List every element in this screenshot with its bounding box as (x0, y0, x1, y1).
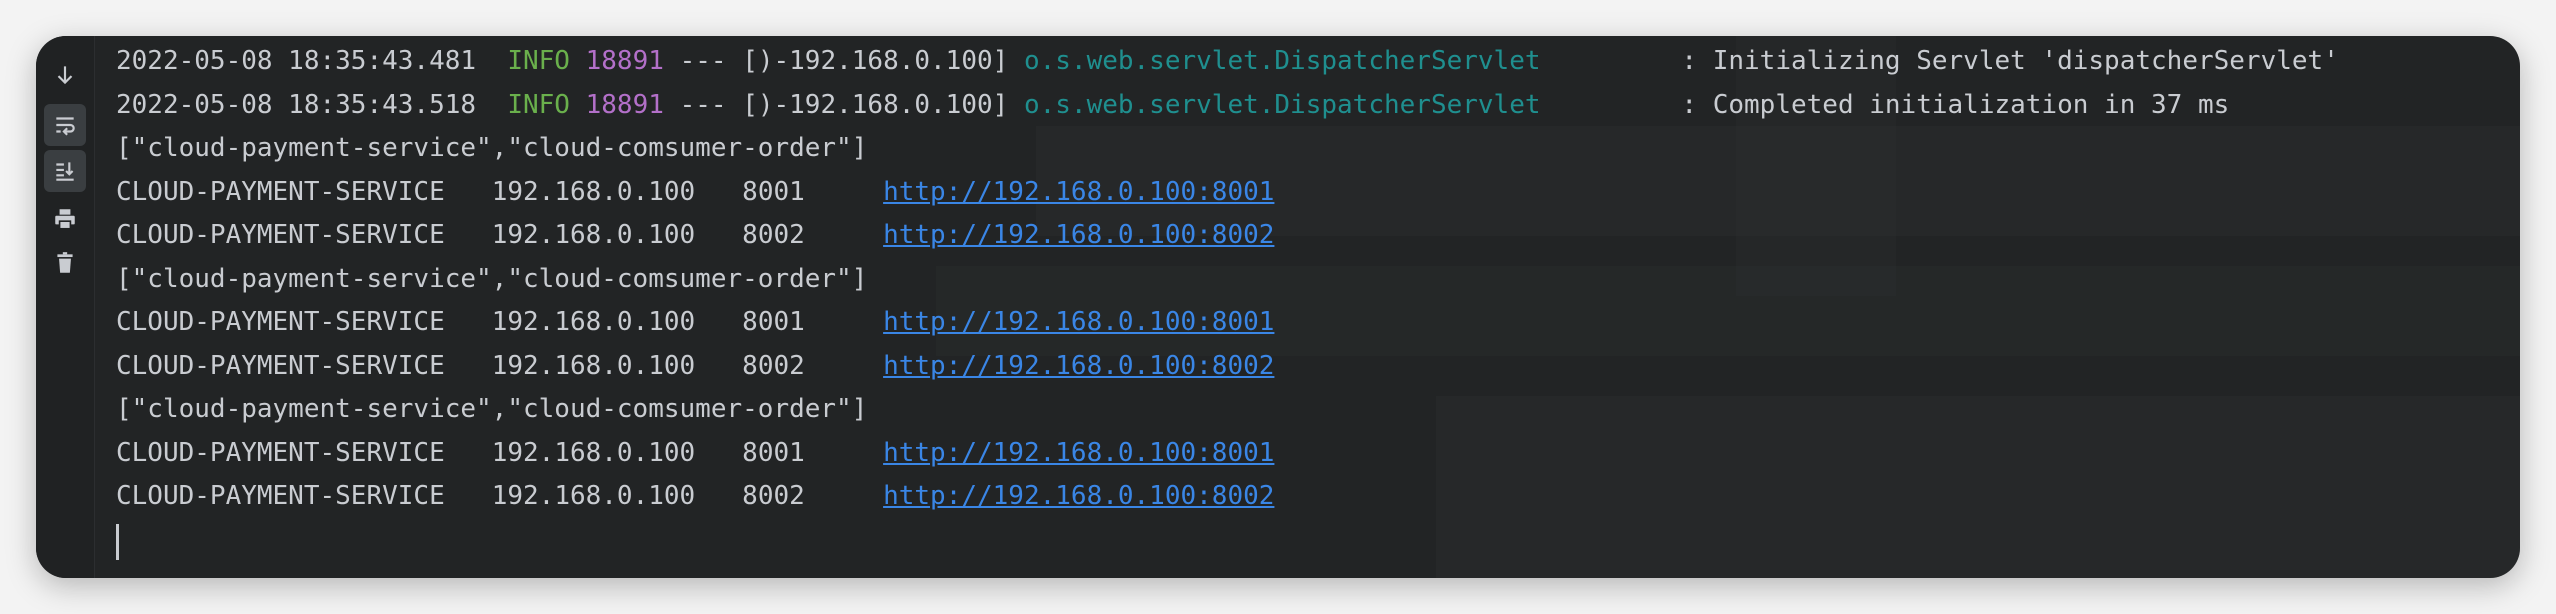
instance-service-id: CLOUD-PAYMENT-SERVICE (116, 220, 445, 250)
instance-port: 8001 (742, 437, 805, 468)
instance-host: 192.168.0.100 (491, 481, 696, 511)
service-list-line: ["cloud-payment-service","cloud-comsumer… (116, 133, 868, 163)
instance-line: CLOUD-PAYMENT-SERVICE 192.168.0.100 8002… (116, 214, 2500, 258)
instance-service-id: CLOUD-PAYMENT-SERVICE (116, 350, 445, 381)
run-console-window: 2022-05-08 18:35:43.481 INFO 18891 --- [… (36, 36, 2520, 578)
text-cursor (116, 524, 119, 560)
log-separator: --- (679, 46, 727, 76)
scroll-down-button[interactable] (44, 54, 86, 96)
instance-url-link[interactable]: http://192.168.0.100:8001 (883, 438, 1274, 468)
instance-service-id: CLOUD-PAYMENT-SERVICE (116, 176, 445, 207)
soft-wrap-icon (56, 117, 75, 136)
service-list-line: ["cloud-payment-service","cloud-comsumer… (116, 394, 868, 424)
log-pid: 18891 (585, 89, 664, 120)
print-button[interactable] (44, 198, 86, 240)
log-message: : Initializing Servlet 'dispatcherServle… (1681, 46, 2339, 76)
scroll-down-icon (57, 66, 73, 85)
instance-line: CLOUD-PAYMENT-SERVICE 192.168.0.100 8001… (116, 301, 2500, 345)
log-timestamp: 2022-05-08 18:35:43.481 (116, 46, 477, 76)
instance-line: CLOUD-PAYMENT-SERVICE 192.168.0.100 8002… (116, 345, 2500, 389)
log-separator: --- (679, 89, 727, 120)
scroll-to-end-icon (56, 162, 74, 181)
instance-service-id: CLOUD-PAYMENT-SERVICE (116, 437, 445, 468)
instance-url-link[interactable]: http://192.168.0.100:8002 (883, 351, 1274, 381)
instance-line: CLOUD-PAYMENT-SERVICE 192.168.0.100 8001… (116, 171, 2500, 215)
scroll-to-end-button[interactable] (44, 150, 86, 192)
service-list-line: ["cloud-payment-service","cloud-comsumer… (116, 263, 868, 294)
log-line: 2022-05-08 18:35:43.518 INFO 18891 --- [… (116, 84, 2500, 128)
instance-port: 8001 (742, 307, 805, 337)
print-icon (55, 209, 75, 230)
clear-all-button[interactable] (44, 242, 86, 284)
instance-host: 192.168.0.100 (491, 176, 696, 207)
soft-wrap-button[interactable] (44, 104, 86, 146)
instance-port: 8002 (742, 220, 805, 250)
log-logger: o.s.web.servlet.DispatcherServlet (1023, 46, 1541, 76)
instance-url-link[interactable]: http://192.168.0.100:8001 (883, 177, 1274, 207)
instance-host: 192.168.0.100 (491, 220, 696, 250)
log-thread: [)-192.168.0.100] (742, 89, 1009, 120)
console-toolbar (36, 36, 95, 578)
instance-port: 8001 (742, 176, 805, 207)
instance-url-link[interactable]: http://192.168.0.100:8002 (883, 220, 1274, 250)
console-output[interactable]: 2022-05-08 18:35:43.481 INFO 18891 --- [… (116, 40, 2500, 562)
instance-host: 192.168.0.100 (491, 307, 696, 337)
instance-url-link[interactable]: http://192.168.0.100:8001 (883, 307, 1274, 337)
log-level: INFO (507, 89, 570, 120)
log-pid: 18891 (585, 46, 664, 76)
input-line[interactable] (116, 519, 2500, 563)
instance-service-id: CLOUD-PAYMENT-SERVICE (116, 481, 445, 511)
instance-line: CLOUD-PAYMENT-SERVICE 192.168.0.100 8002… (116, 475, 2500, 519)
instance-host: 192.168.0.100 (491, 437, 696, 468)
instance-url-link[interactable]: http://192.168.0.100:8002 (883, 481, 1274, 511)
log-line: 2022-05-08 18:35:43.481 INFO 18891 --- [… (116, 40, 2500, 84)
log-timestamp: 2022-05-08 18:35:43.518 (116, 89, 477, 120)
instance-host: 192.168.0.100 (491, 350, 696, 381)
log-level: INFO (507, 46, 570, 76)
instance-port: 8002 (742, 481, 805, 511)
instance-line: CLOUD-PAYMENT-SERVICE 192.168.0.100 8001… (116, 432, 2500, 476)
trash-icon (57, 252, 73, 273)
log-thread: [)-192.168.0.100] (742, 46, 1009, 76)
instance-port: 8002 (742, 350, 805, 381)
instance-service-id: CLOUD-PAYMENT-SERVICE (116, 307, 445, 337)
log-logger: o.s.web.servlet.DispatcherServlet (1023, 89, 1541, 120)
log-message: : Completed initialization in 37 ms (1681, 89, 2230, 120)
